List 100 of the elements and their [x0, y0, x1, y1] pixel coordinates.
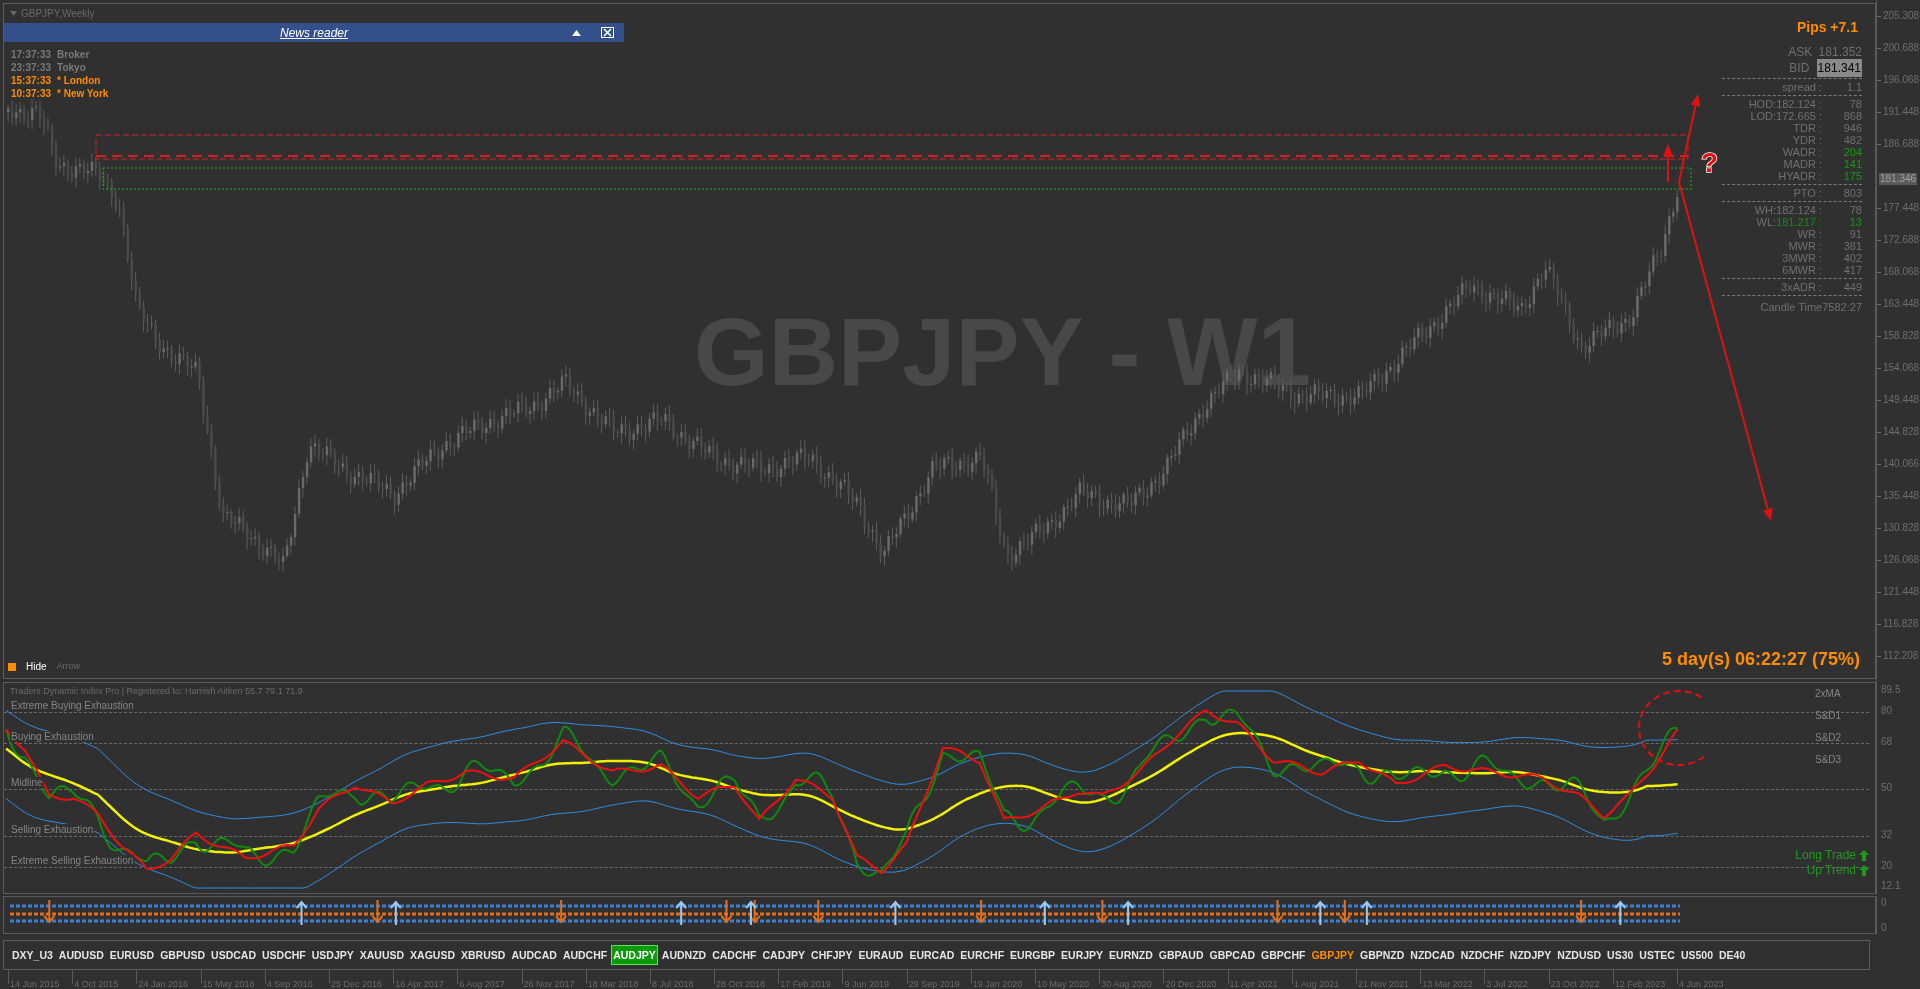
stat-label: LOD:172.665 : [1750, 110, 1822, 122]
clock-time: 23:37:33 [11, 61, 52, 74]
city-name: Tokyo [57, 61, 86, 74]
symbol-tab[interactable]: EURAUD [856, 945, 906, 965]
symbol-tab[interactable]: NZDJPY [1507, 945, 1554, 965]
symbol-tab[interactable]: GBPJPY [1309, 945, 1356, 965]
symbol-tab[interactable]: EURCHF [958, 945, 1007, 965]
stat-value: 13 [1848, 216, 1862, 228]
symbol-tab[interactable]: USDCHF [260, 945, 308, 965]
stat-label: WL: [1756, 216, 1777, 228]
stat-value: 91 [1848, 228, 1862, 240]
symbol-tab[interactable]: AUDJPY [611, 945, 658, 965]
candle-time-label: Candle Time7582:27 [1759, 301, 1862, 313]
stat-label: HYADR : [1778, 170, 1822, 182]
toggle-label[interactable]: Hide [26, 659, 47, 674]
axis-label: 130.828 [1883, 522, 1920, 534]
clock-time: 15:37:33 [11, 74, 52, 87]
level-label: Midline [10, 777, 44, 789]
stat-label: PTO : [1793, 187, 1822, 199]
symbol-tab[interactable]: NZDCAD [1408, 945, 1457, 965]
axis-label: 168.068 [1883, 266, 1920, 278]
symbol-tab[interactable]: AUDCHF [560, 945, 610, 965]
stat-value: 449 [1842, 281, 1862, 293]
axis-label: 32 [1881, 828, 1893, 841]
symbol-tab[interactable]: USDJPY [309, 945, 356, 965]
line-label: S&D2 [1815, 731, 1842, 744]
axis-label: 191.448 [1883, 106, 1920, 118]
symbol-tab[interactable]: EURGBP [1008, 945, 1058, 965]
symbol-tab[interactable]: EURCAD [907, 945, 957, 965]
symbol-tab[interactable]: USTEC [1637, 945, 1677, 965]
symbol-tab[interactable]: EURNZD [1107, 945, 1155, 965]
axis-label: 112.208 [1883, 650, 1919, 662]
symbol-tab[interactable]: NZDCHF [1458, 945, 1506, 965]
axis-label: 116.828 [1883, 618, 1919, 630]
stat-value: 868 [1842, 110, 1862, 122]
stat-value: 78 [1848, 98, 1862, 110]
axis-label: 186.688 [1883, 138, 1920, 150]
stat-label: MWR : [1788, 240, 1822, 252]
collapse-icon[interactable] [572, 30, 581, 36]
symbol-tab[interactable]: GBPNZD [1358, 945, 1407, 965]
axis-label: 196.068 [1883, 74, 1920, 86]
symbol-tab[interactable]: US30 [1605, 945, 1636, 965]
symbol-tab[interactable]: CADCHF [710, 945, 759, 965]
symbol-tab[interactable]: EURJPY [1059, 945, 1106, 965]
axis-label: 172.688 [1883, 234, 1920, 246]
square-icon[interactable] [8, 662, 16, 671]
axis-label: 144.828 [1883, 426, 1920, 438]
symbol-tab[interactable]: GBPAUD [1156, 945, 1206, 965]
axis-label: 177.448 [1883, 202, 1920, 214]
symbol-tab[interactable]: DXY_U3 [10, 945, 55, 965]
dropdown-icon[interactable] [10, 11, 17, 16]
city-name: * London [57, 74, 101, 87]
axis-label: 135.448 [1883, 490, 1920, 502]
axis-label: 50 [1881, 782, 1893, 795]
symbol-tab[interactable]: XBRUSD [459, 945, 508, 965]
stat-value: 78 [1848, 204, 1862, 216]
axis-label: 158.828 [1883, 330, 1920, 342]
stat-label: 3xADR : [1781, 281, 1822, 293]
symbol-tab[interactable]: GBPCHF [1259, 945, 1308, 965]
question-mark: ? [1701, 147, 1719, 178]
city-name: * New York [57, 87, 109, 100]
level-label: Extreme Selling Exhaustion [10, 854, 135, 866]
city-name: Broker [57, 48, 90, 61]
symbol-tab[interactable]: CHFJPY [809, 945, 855, 965]
axis-label: 80 [1881, 704, 1893, 717]
symbol-tab[interactable]: AUDUSD [56, 945, 106, 965]
symbol-tab[interactable]: GBPUSD [158, 945, 208, 965]
symbol-tab[interactable]: US500 [1678, 945, 1715, 965]
symbol-tab[interactable]: NZDUSD [1555, 945, 1604, 965]
signal-label: Long Trade [1795, 848, 1856, 863]
symbol-tab[interactable]: CADJPY [760, 945, 808, 965]
clock-time: 17:37:33 [11, 48, 52, 61]
axis-label: 121.448 [1883, 586, 1920, 598]
symbol-tab[interactable]: XAGUSD [408, 945, 458, 965]
stat-value: 1.1 [1845, 81, 1862, 93]
symbol-tab[interactable]: USDCAD [209, 945, 258, 965]
close-icon[interactable] [601, 27, 614, 38]
stat-label: WADR : [1782, 146, 1822, 158]
symbol-tab[interactable]: XAUUSD [357, 945, 407, 965]
stat-label: spread : [1782, 81, 1822, 93]
quote-label: BID [1788, 60, 1810, 77]
symbol-tab[interactable]: AUDNZD [659, 945, 709, 965]
symbol-tab[interactable]: DE40 [1717, 945, 1748, 965]
quote-label: ASK [1787, 44, 1813, 61]
line-label: S&D3 [1815, 753, 1842, 766]
stat-label: 3MWR : [1782, 252, 1822, 264]
axis-label: 126.068 [1883, 554, 1920, 566]
stat-value: 175 [1842, 170, 1862, 182]
axis-label: 68 [1881, 735, 1893, 748]
level-label: Extreme Buying Exhaustion [10, 699, 135, 711]
level-label: Selling Exhaustion [10, 823, 95, 835]
up-arrow-icon [1859, 850, 1869, 861]
up-arrow-icon [1859, 865, 1869, 876]
news-reader-title[interactable]: News reader [280, 23, 348, 42]
stat-label: TDR : [1793, 122, 1822, 134]
axis-label: 12.1 [1881, 879, 1901, 893]
pips-label: Pips +7.1 [1796, 18, 1858, 37]
symbol-tab[interactable]: AUDCAD [509, 945, 559, 965]
symbol-tab[interactable]: EURUSD [107, 945, 157, 965]
symbol-tab[interactable]: GBPCAD [1207, 945, 1258, 965]
